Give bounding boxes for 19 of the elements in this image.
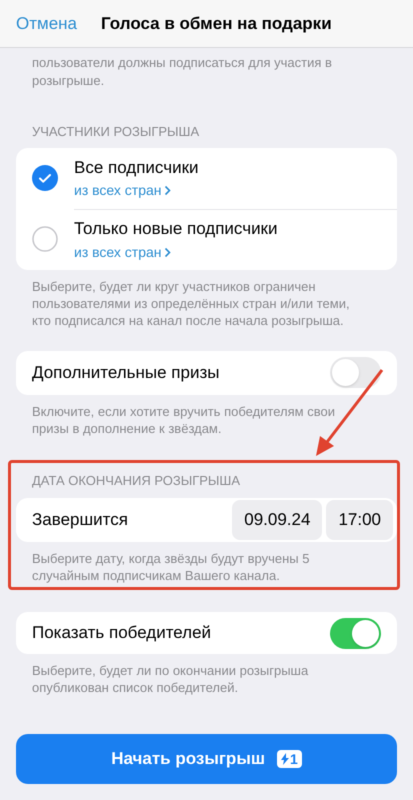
show-winners-label: Показать победителей [32,622,212,644]
start-giveaway-button[interactable]: Начать розыгрыш 1 [16,734,397,784]
end-date-label: Завершится [32,509,129,532]
date-picker[interactable]: 09.09.24 [232,500,322,540]
option-label[interactable]: Только новые подписчики [74,216,397,242]
section-heading: ДАТА ОКОНЧАНИЯ РОЗЫГРЫША [31,472,242,490]
end-date-note: Выберите дату, когда звёзды будут вручены 5 случайным подписчикам Вашего канала. [31,550,310,584]
show-winners-note: Выберите, будет ли по окончании розыгрыша опубликован список победителей. [31,662,310,696]
intro-note: пользователи должны подписаться для участия в розыгрыше. [31,54,333,90]
time-picker[interactable]: 17:00 [326,500,393,540]
boost-count-badge: 1 [277,750,302,768]
extra-prizes-note: Включите, если хотите вручить победителям свои призы в дополнение к звёздам. [31,402,336,436]
participants-note: Выберите, будет ли круг участников ограничен пользователями из определённых стран и/или теми, кто подписался на канал после начала розыгрыша. [31,278,351,328]
country-link[interactable]: из всех стран [74,242,397,263]
screen-title: Голоса в обмен на подарки [101,12,332,35]
country-link[interactable]: из всех стран [74,180,397,202]
section-heading: УЧАСТНИКИ РОЗЫГРЫША [31,123,200,141]
extra-prizes-label: Дополнительные призы [32,362,220,384]
option-label[interactable]: Все подписчики [74,154,397,180]
